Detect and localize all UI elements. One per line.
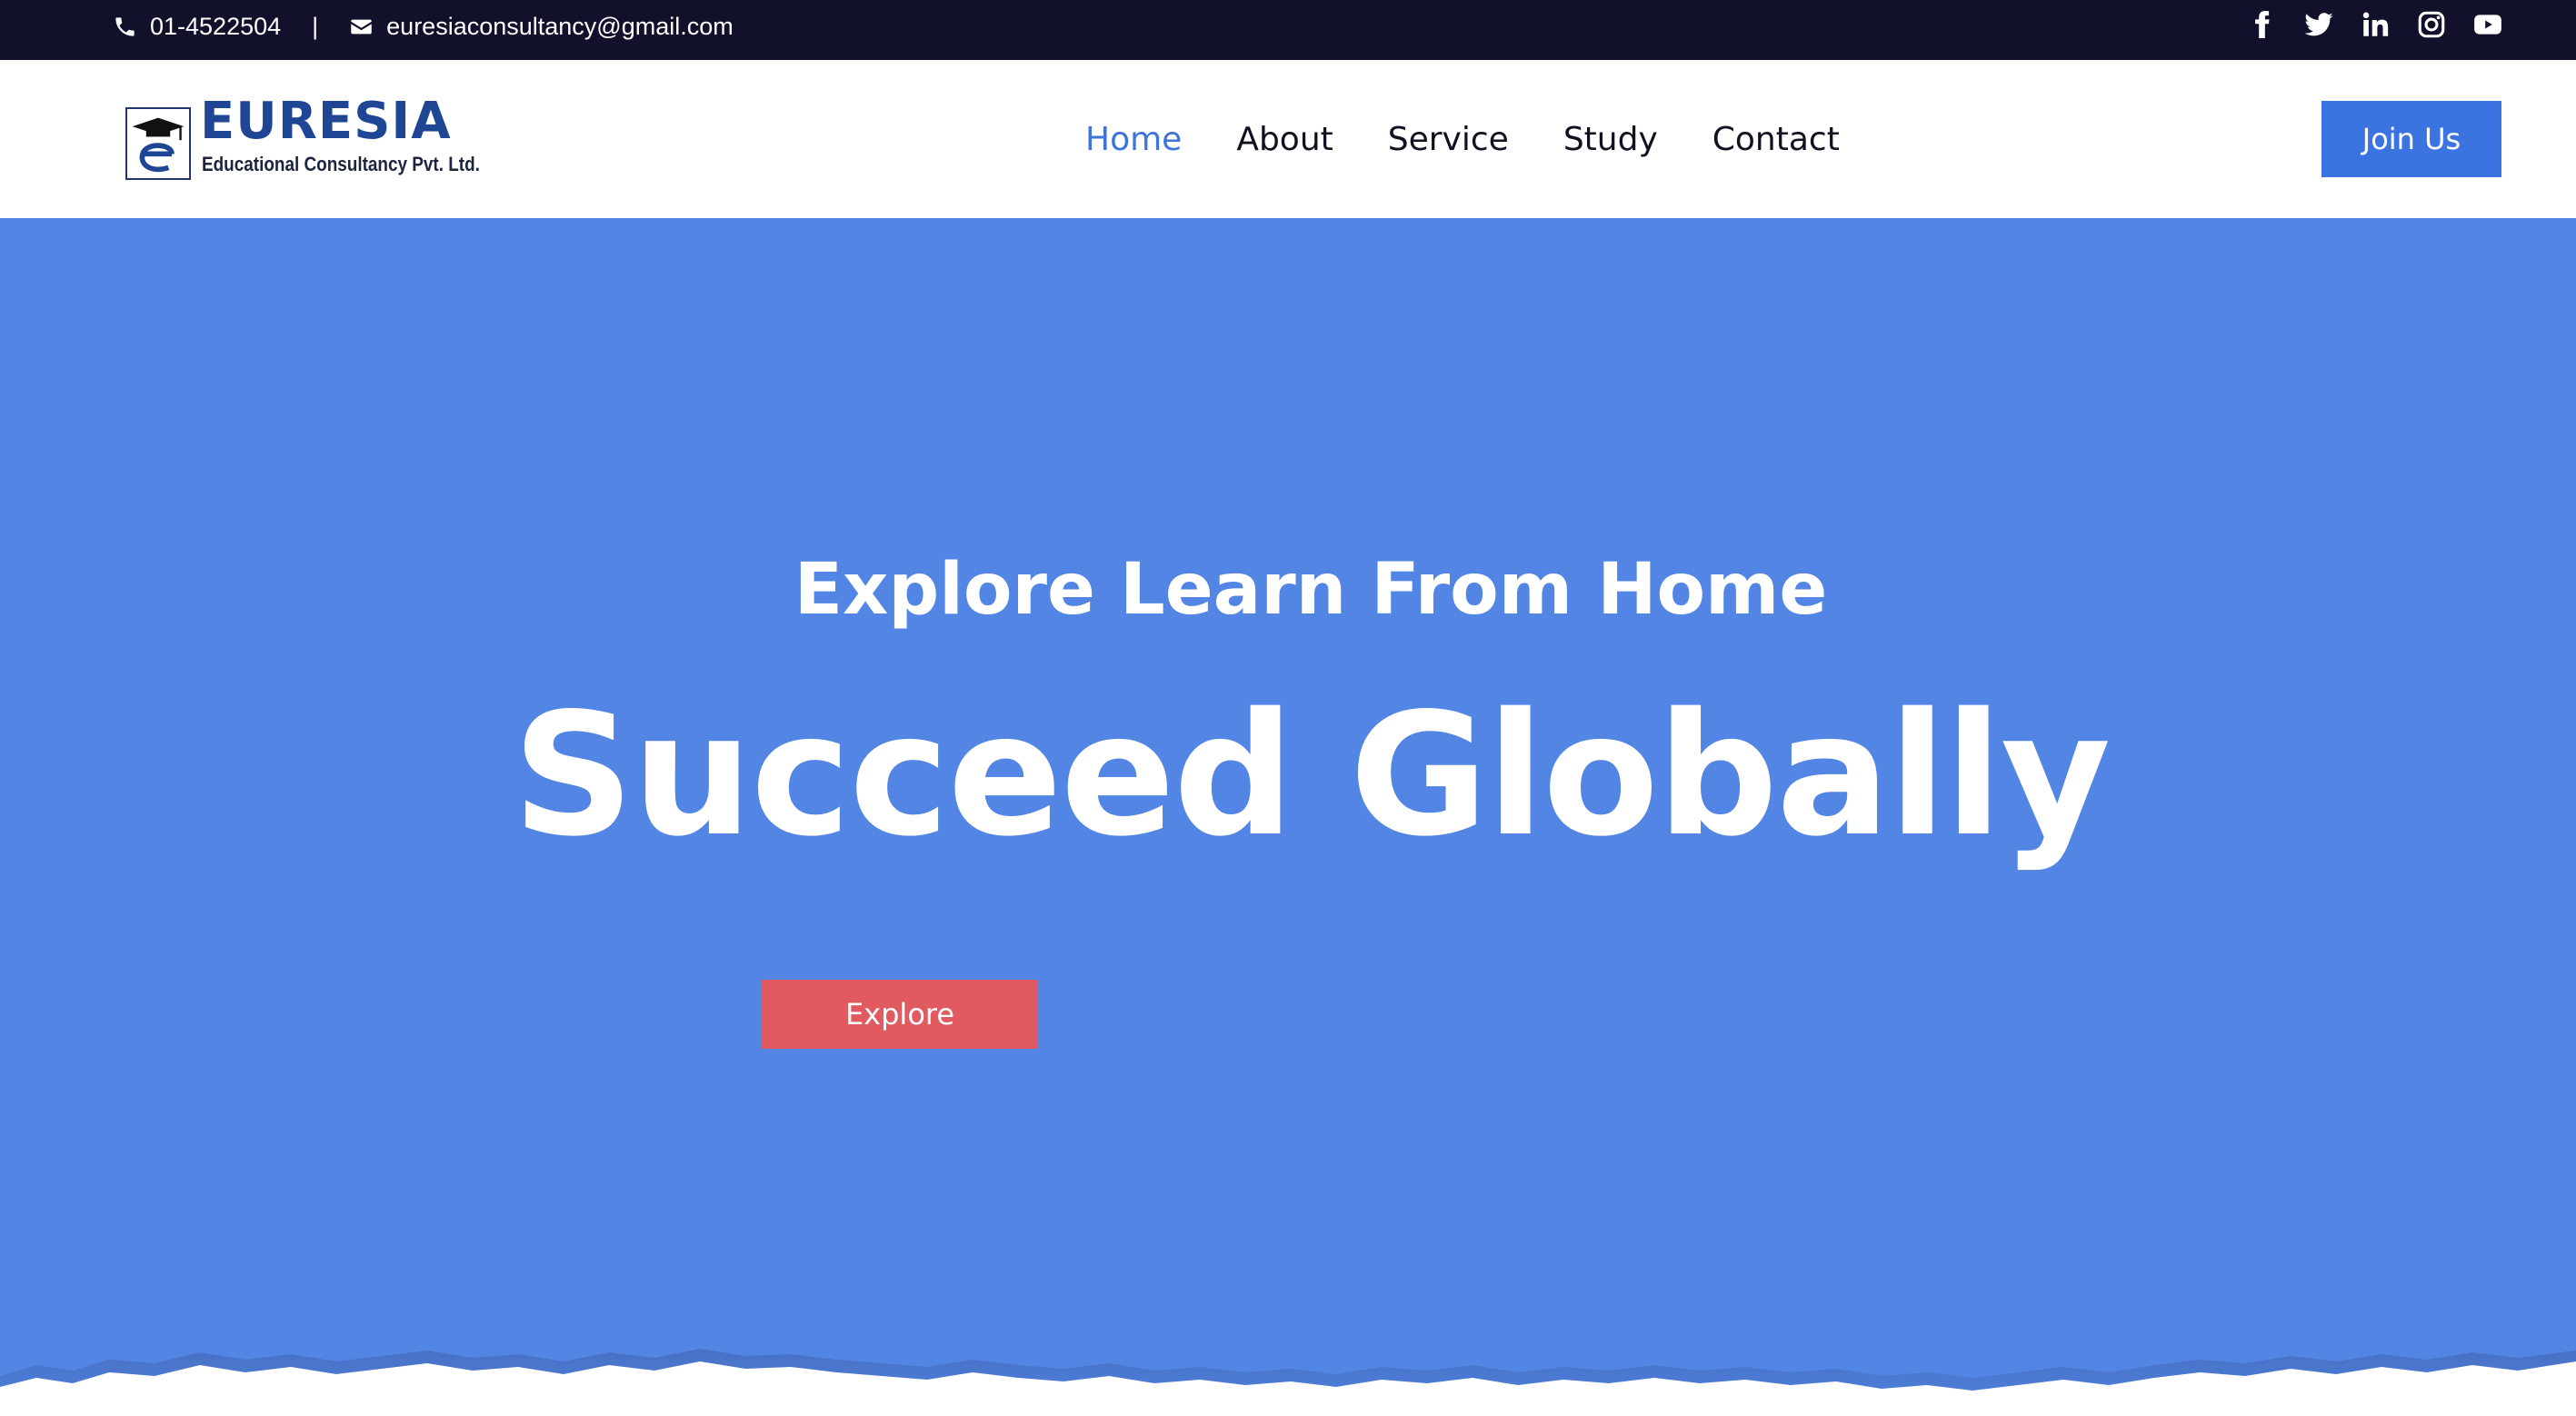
twitter-icon[interactable] <box>2303 9 2334 40</box>
join-us-button[interactable]: Join Us <box>2321 101 2501 177</box>
explore-button[interactable]: Explore <box>762 980 1038 1049</box>
top-contact-bar: 01-4522504 | euresiaconsultancy@gmail.co… <box>0 0 2576 60</box>
hero-headline: Succeed Globally <box>512 676 2112 873</box>
hero-kicker: Explore Learn From Home <box>794 549 1828 631</box>
nav-contact[interactable]: Contact <box>1712 121 1840 158</box>
nav-study[interactable]: Study <box>1563 121 1658 158</box>
phone-number[interactable]: 01-4522504 <box>150 13 281 41</box>
social-links <box>2247 0 2503 49</box>
hero-section: Explore Learn From Home Succeed Globally… <box>0 218 2576 1416</box>
euresia-logo[interactable]: EURESIA Educational Consultancy Pvt. Ltd… <box>125 96 480 184</box>
facebook-icon[interactable] <box>2247 9 2278 40</box>
phone-icon <box>113 15 137 39</box>
logo-brand-name: EURESIA <box>200 92 452 151</box>
email-address[interactable]: euresiaconsultancy@gmail.com <box>386 13 734 41</box>
nav-service[interactable]: Service <box>1388 121 1509 158</box>
torn-paper-divider <box>0 1349 2576 1416</box>
logo-tagline: Educational Consultancy Pvt. Ltd. <box>202 153 480 175</box>
envelope-icon <box>349 15 374 39</box>
nav-about[interactable]: About <box>1236 121 1333 158</box>
linkedin-icon[interactable] <box>2360 9 2391 40</box>
contact-separator: | <box>312 12 319 40</box>
site-header: EURESIA Educational Consultancy Pvt. Ltd… <box>0 60 2576 218</box>
main-navigation: Home About Service Study Contact <box>1085 60 1840 218</box>
youtube-icon[interactable] <box>2472 9 2503 40</box>
nav-home[interactable]: Home <box>1085 121 1182 158</box>
logo-mark-icon <box>125 107 191 180</box>
contact-info: 01-4522504 | euresiaconsultancy@gmail.co… <box>113 0 734 53</box>
instagram-icon[interactable] <box>2416 9 2447 40</box>
